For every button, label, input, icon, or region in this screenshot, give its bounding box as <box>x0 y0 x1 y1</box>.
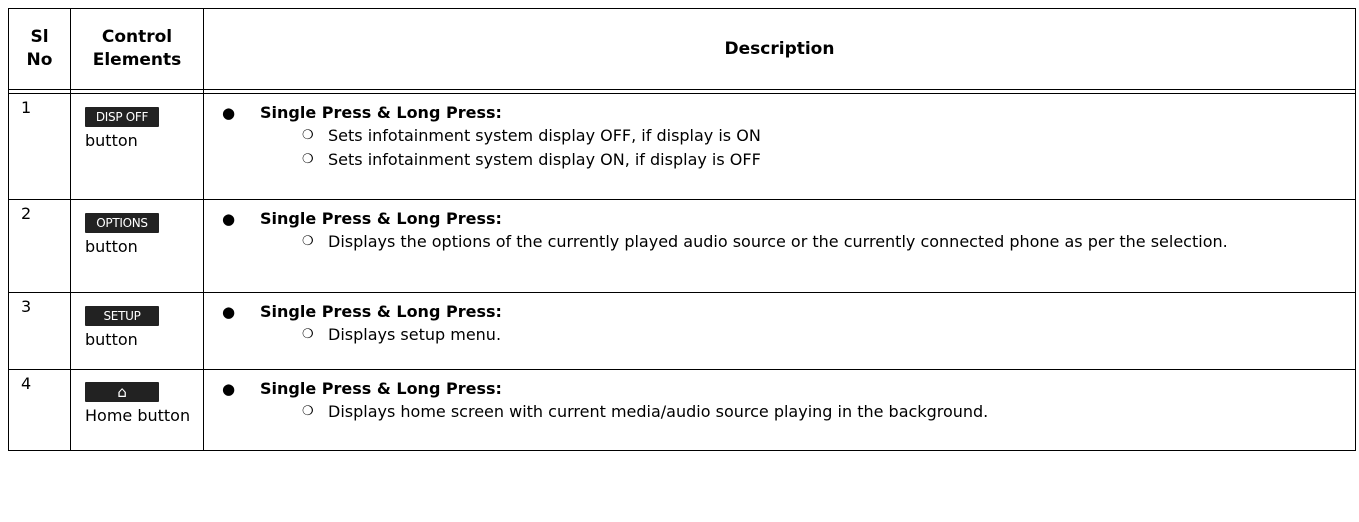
bullet-item: ● Single Press & Long Press: <box>222 102 1355 124</box>
sub-text: Sets infotainment system display OFF, if… <box>328 126 761 145</box>
sub-text: Displays home screen with current media/… <box>328 402 989 421</box>
sub-item: ❍ Sets infotainment system display OFF, … <box>302 124 1355 148</box>
header-control-elements: Control Elements <box>70 8 204 90</box>
bullet-icon: ● <box>222 303 236 321</box>
header-sl-no: Sl No <box>8 8 71 90</box>
control-cell: SETUP button <box>70 292 204 370</box>
options-button: OPTIONS <box>85 213 159 233</box>
control-cell: DISP OFF button <box>70 93 204 200</box>
bullet-item: ● Single Press & Long Press: <box>222 378 1355 400</box>
row-number: 1 <box>8 93 71 200</box>
sub-bullet-icon: ❍ <box>302 152 314 167</box>
bullet-icon: ● <box>222 210 236 228</box>
header-row: Sl No Control Elements Description <box>8 8 1356 90</box>
description-cell: ● Single Press & Long Press: ❍ Sets info… <box>203 93 1356 200</box>
control-cell: ⌂ Home button <box>70 369 204 451</box>
bullet-title: Single Press & Long Press: <box>260 209 502 228</box>
table-row: 4 ⌂ Home button ● Single Press & Long Pr… <box>8 369 1356 451</box>
description-cell: ● Single Press & Long Press: ❍ Displays … <box>203 369 1356 451</box>
control-label: button <box>85 330 138 349</box>
control-cell: OPTIONS button <box>70 199 204 293</box>
row-number: 2 <box>8 199 71 293</box>
home-icon: ⌂ <box>117 383 127 401</box>
description-cell: ● Single Press & Long Press: ❍ Displays … <box>203 199 1356 293</box>
table-row: 3 SETUP button ● Single Press & Long Pre… <box>8 292 1356 370</box>
sub-text: Sets infotainment system display ON, if … <box>328 150 761 169</box>
description-cell: ● Single Press & Long Press: ❍ Displays … <box>203 292 1356 370</box>
sub-item: ❍ Sets infotainment system display ON, i… <box>302 148 1355 172</box>
header-description: Description <box>203 8 1356 90</box>
sub-bullet-icon: ❍ <box>302 234 314 249</box>
control-label: button <box>85 131 138 150</box>
control-label: Home button <box>85 406 191 425</box>
sub-bullet-icon: ❍ <box>302 327 314 342</box>
sub-bullet-icon: ❍ <box>302 128 314 143</box>
disp-off-button: DISP OFF <box>85 107 159 127</box>
sub-text: Displays setup menu. <box>328 325 502 344</box>
bullet-title: Single Press & Long Press: <box>260 379 502 398</box>
sub-text: Displays the options of the currently pl… <box>328 232 1228 251</box>
row-number: 3 <box>8 292 71 370</box>
sub-item: ❍ Displays home screen with current medi… <box>302 400 1355 424</box>
bullet-item: ● Single Press & Long Press: <box>222 208 1355 230</box>
bullet-title: Single Press & Long Press: <box>260 302 502 321</box>
bullet-item: ● Single Press & Long Press: <box>222 301 1355 323</box>
home-button: ⌂ <box>85 382 159 402</box>
table-row: 2 OPTIONS button ● Single Press & Long P… <box>8 199 1356 293</box>
control-label: button <box>85 237 138 256</box>
row-number: 4 <box>8 369 71 451</box>
bullet-icon: ● <box>222 104 236 122</box>
sub-bullet-icon: ❍ <box>302 404 314 419</box>
table-row: 1 DISP OFF button ● Single Press & Long … <box>8 93 1356 200</box>
control-elements-table: Sl No Control Elements Description 1 DIS… <box>8 8 1356 451</box>
bullet-title: Single Press & Long Press: <box>260 103 502 122</box>
sub-item: ❍ Displays the options of the currently … <box>302 230 1355 254</box>
setup-button: SETUP <box>85 306 159 326</box>
bullet-icon: ● <box>222 380 236 398</box>
sub-item: ❍ Displays setup menu. <box>302 323 1355 347</box>
